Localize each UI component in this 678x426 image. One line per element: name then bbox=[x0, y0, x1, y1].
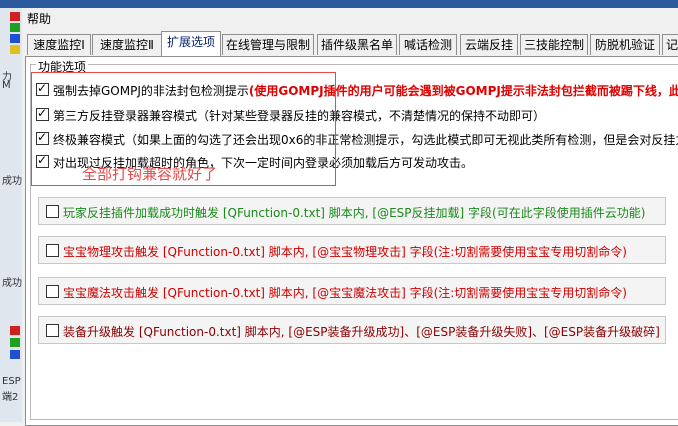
strip-text: ESP bbox=[2, 376, 21, 387]
trigger-row: 玩家反挂插件加载成功时触发 [QFunction-0.txt] 脚本内, [@E… bbox=[38, 197, 666, 225]
trigger-row: 宝宝魔法攻击触发 [QFunction-0.txt] 脚本内, [@宝宝魔法攻击… bbox=[38, 277, 666, 305]
strip-text: 成功 bbox=[2, 278, 22, 289]
tab-truncated[interactable]: 记 bbox=[662, 34, 678, 55]
trigger-label: 玩家反挂插件加载成功时触发 [QFunction-0.txt] 脚本内, [@E… bbox=[63, 206, 646, 220]
app-icon bbox=[10, 326, 20, 335]
tab-speed-monitor-2[interactable]: 速度监控Ⅱ bbox=[92, 34, 162, 55]
trigger-checkbox[interactable] bbox=[46, 244, 59, 257]
app-icon bbox=[10, 12, 20, 21]
trigger-row: 装备升级触发 [QFunction-0.txt] 脚本内, [@ESP装备升级成… bbox=[38, 316, 666, 344]
app-icon bbox=[10, 23, 20, 32]
tab-anti-offline-verify[interactable]: 防脱机验证 bbox=[590, 34, 660, 55]
trigger-checkbox[interactable] bbox=[46, 285, 59, 298]
strip-text: M bbox=[2, 80, 11, 91]
tab-extended-options[interactable]: 扩展选项 bbox=[161, 31, 221, 56]
tab-online-management[interactable]: 在线管理与限制 bbox=[222, 34, 314, 55]
tab-strip: 速度监控Ⅰ 速度监控Ⅱ 扩展选项 在线管理与限制 插件级黑名单 喊话检测 云端反… bbox=[27, 31, 678, 56]
menu-help[interactable]: 帮助 bbox=[27, 10, 51, 27]
background-window-strip: 力 M 成功 成功 ESP 端2 bbox=[0, 8, 22, 422]
tab-speed-monitor-1[interactable]: 速度监控Ⅰ bbox=[27, 34, 91, 55]
app-icon bbox=[10, 338, 20, 347]
app-icon bbox=[10, 45, 20, 54]
trigger-checkbox[interactable] bbox=[46, 324, 59, 337]
menu-bar: 帮助 bbox=[22, 8, 678, 28]
annotation-text: 全部打钩兼容就好了 bbox=[82, 165, 218, 183]
window-titlebar bbox=[0, 0, 678, 8]
strip-text: 成功 bbox=[2, 176, 22, 187]
app-icon bbox=[10, 34, 20, 43]
trigger-checkbox[interactable] bbox=[46, 205, 59, 218]
tab-three-skill-control[interactable]: 三技能控制 bbox=[520, 34, 588, 55]
tab-shout-detection[interactable]: 喊话检测 bbox=[399, 34, 457, 55]
trigger-label: 宝宝物理攻击触发 [QFunction-0.txt] 脚本内, [@宝宝物理攻击… bbox=[63, 245, 627, 259]
trigger-label: 装备升级触发 [QFunction-0.txt] 脚本内, [@ESP装备升级成… bbox=[63, 325, 660, 339]
app-icon bbox=[10, 350, 20, 359]
tab-plugin-blacklist[interactable]: 插件级黑名单 bbox=[317, 34, 397, 55]
tab-cloud-anticheat[interactable]: 云端反挂 bbox=[460, 34, 518, 55]
trigger-label: 宝宝魔法攻击触发 [QFunction-0.txt] 脚本内, [@宝宝魔法攻击… bbox=[63, 286, 627, 300]
trigger-row: 宝宝物理攻击触发 [QFunction-0.txt] 脚本内, [@宝宝物理攻击… bbox=[38, 236, 666, 264]
strip-text: 端2 bbox=[2, 392, 19, 403]
